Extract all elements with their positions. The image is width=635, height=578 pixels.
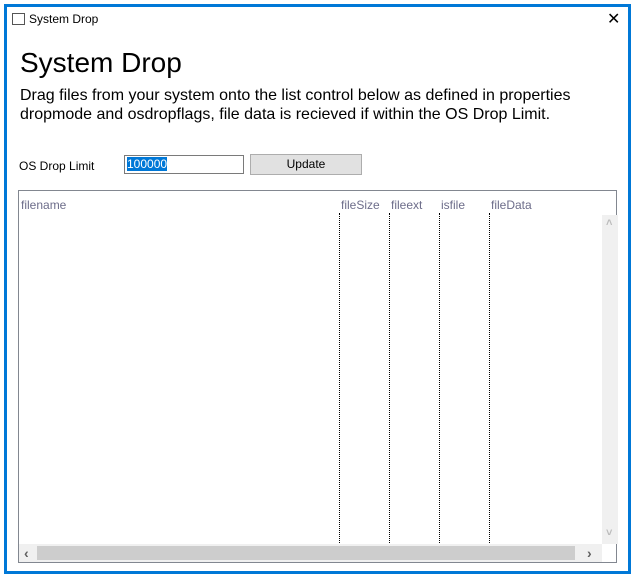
horizontal-scrollbar[interactable]: ‹ › [19,544,602,562]
scroll-right-icon[interactable]: › [587,545,592,561]
column-header-isfile[interactable]: isfile [441,198,465,212]
scroll-down-icon[interactable]: ˅ [606,527,612,539]
close-icon[interactable]: ✕ [607,9,620,29]
vertical-scrollbar[interactable]: ˄ ˅ [602,215,618,544]
os-drop-limit-input[interactable]: 100000 [124,155,244,174]
page-title: System Drop [20,47,182,78]
column-header-filedata[interactable]: fileData [491,198,532,212]
column-header-filename[interactable]: filename [21,198,66,212]
column-header-filesize[interactable]: fileSize [341,198,380,212]
horizontal-scroll-thumb[interactable] [37,546,575,560]
column-header-fileext[interactable]: fileext [391,198,422,212]
column-separator [389,213,390,543]
scroll-left-icon[interactable]: ‹ [24,545,29,561]
os-drop-limit-value: 100000 [127,157,168,171]
window-title: System Drop [29,12,99,26]
file-list[interactable]: filename fileSize fileext isfile fileDat… [18,190,618,563]
scroll-up-icon[interactable]: ˄ [606,217,612,229]
os-drop-limit-label: OS Drop Limit [19,159,95,173]
window: System Drop ✕ System Drop Drag files fro… [4,4,631,574]
column-separator [439,213,440,543]
column-separator [339,213,340,543]
window-icon [12,13,25,25]
update-button[interactable]: Update [250,154,362,175]
description: Drag files from your system onto the lis… [20,87,571,123]
column-separator [489,213,490,543]
